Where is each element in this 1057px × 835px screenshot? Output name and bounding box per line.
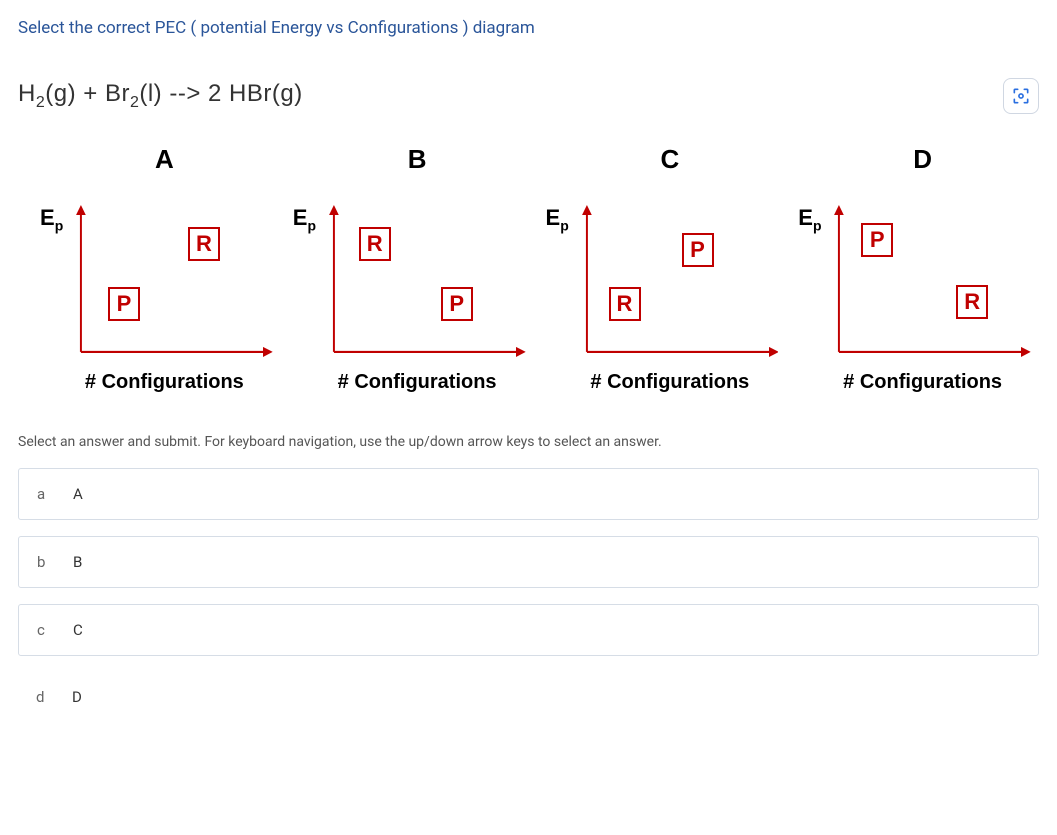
diagram-b-r-box: R xyxy=(359,227,391,261)
y-axis-label: Ep xyxy=(798,205,821,233)
diagram-b-title: B xyxy=(301,144,534,175)
answer-option-c[interactable]: c C xyxy=(18,604,1039,656)
answer-label: B xyxy=(73,553,82,571)
ep-p: p xyxy=(813,217,822,233)
axes xyxy=(582,205,779,357)
answer-option-d[interactable]: d D xyxy=(18,672,1039,722)
scan-button[interactable] xyxy=(1003,78,1039,114)
question-text: Select the correct PEC ( potential Energ… xyxy=(18,18,1039,38)
answer-label: C xyxy=(73,621,83,639)
diagram-c-title: C xyxy=(554,144,787,175)
diagram-a-plot: Ep P R xyxy=(48,185,281,365)
diagram-d-plot: Ep P R xyxy=(806,185,1039,365)
diagram-b: B Ep R P # Configurations xyxy=(301,144,534,394)
diagram-a-title: A xyxy=(48,144,281,175)
answer-option-a[interactable]: a A xyxy=(18,468,1039,520)
diagram-a: A Ep P R # Configurations xyxy=(48,144,281,394)
y-axis-label: Ep xyxy=(293,205,316,233)
diagram-d: D Ep P R # Configurations xyxy=(806,144,1039,394)
x-axis-label: # Configurations xyxy=(48,371,281,394)
eq-h2-state: (g) xyxy=(45,80,76,107)
ep-e: E xyxy=(546,205,561,230)
equation-row: H2(g) + Br2(l) --> 2 HBr(g) xyxy=(18,78,1039,114)
x-axis-label: # Configurations xyxy=(301,371,534,394)
ep-p: p xyxy=(55,217,64,233)
instructions-text: Select an answer and submit. For keyboar… xyxy=(18,434,1039,450)
ep-p: p xyxy=(307,217,316,233)
answer-label: A xyxy=(73,485,83,503)
eq-h2-sub: 2 xyxy=(36,94,45,111)
diagram-d-title: D xyxy=(806,144,1039,175)
answer-key: a xyxy=(37,485,51,503)
diagram-c: C Ep R P # Configurations xyxy=(554,144,787,394)
y-axis-label: Ep xyxy=(546,205,569,233)
answer-key: d xyxy=(36,688,50,706)
eq-h2: H xyxy=(18,80,36,107)
ep-e: E xyxy=(798,205,813,230)
diagram-b-plot: Ep R P xyxy=(301,185,534,365)
eq-plus: + xyxy=(76,80,105,107)
eq-br2-sub: 2 xyxy=(130,94,139,111)
diagram-d-r-box: R xyxy=(956,285,988,319)
eq-arrow: --> xyxy=(162,80,208,107)
answer-label: D xyxy=(72,688,82,706)
answer-key: b xyxy=(37,553,51,571)
x-axis-label: # Configurations xyxy=(554,371,787,394)
ep-e: E xyxy=(293,205,308,230)
scan-icon xyxy=(1011,86,1031,106)
ep-e: E xyxy=(40,205,55,230)
diagram-a-r-box: R xyxy=(188,227,220,261)
y-axis-label: Ep xyxy=(40,205,63,233)
eq-product: 2 HBr(g) xyxy=(208,80,303,107)
answer-key: c xyxy=(37,621,51,639)
diagrams-row: A Ep P R # Configurations B Ep xyxy=(48,144,1039,394)
eq-br2: Br xyxy=(105,80,130,107)
diagram-a-p-box: P xyxy=(108,287,140,321)
axes xyxy=(76,205,273,357)
reaction-equation: H2(g) + Br2(l) --> 2 HBr(g) xyxy=(18,80,303,112)
eq-br2-state: (l) xyxy=(139,80,162,107)
diagram-c-plot: Ep R P xyxy=(554,185,787,365)
x-axis-label: # Configurations xyxy=(806,371,1039,394)
diagram-d-p-box: P xyxy=(861,223,893,257)
diagram-c-p-box: P xyxy=(682,233,714,267)
diagram-c-r-box: R xyxy=(609,287,641,321)
answer-option-b[interactable]: b B xyxy=(18,536,1039,588)
diagram-b-p-box: P xyxy=(441,287,473,321)
ep-p: p xyxy=(560,217,569,233)
